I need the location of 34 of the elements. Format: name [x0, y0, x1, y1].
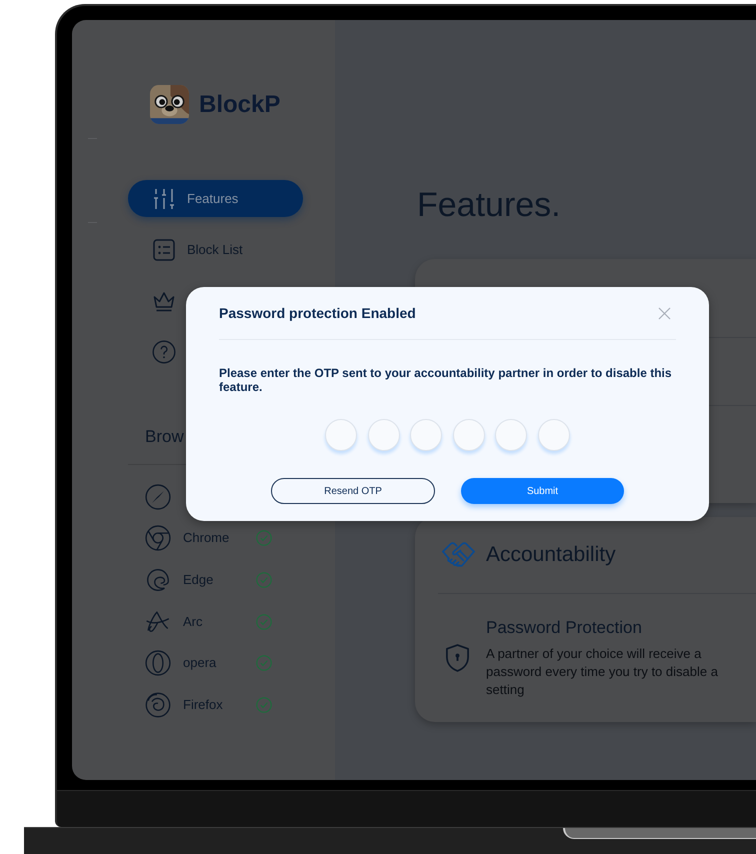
- dialog-message: Please enter the OTP sent to your accountability partner in order to disable this feature.: [219, 366, 673, 394]
- browser-name: Firefox: [183, 696, 223, 712]
- browser-name: opera: [183, 655, 216, 670]
- dialog-title: Password protection Enabled: [219, 304, 416, 323]
- card-title: Accountability: [486, 542, 616, 568]
- browser-name: Edge: [183, 572, 214, 587]
- dog-logo-icon: [150, 85, 189, 124]
- otp-digit-field[interactable]: [452, 419, 485, 451]
- browser-logo-icon: [145, 692, 171, 718]
- submit-button[interactable]: Submit: [461, 478, 624, 504]
- resend-button[interactable]: Resend OTP: [271, 478, 435, 504]
- otp-digit-field[interactable]: [368, 419, 400, 451]
- feature-description: A partner of your choice will receive a password every time you try to disable a setting: [486, 645, 719, 699]
- page-title: Features.: [417, 185, 561, 225]
- compass-icon: [145, 484, 171, 510]
- browser-logo-icon: [145, 566, 171, 593]
- otp-digit-field[interactable]: [325, 419, 358, 451]
- section-heading: Brow: [145, 427, 184, 446]
- feature-title: Password Protection: [486, 617, 642, 639]
- browser-logo-icon: [145, 608, 171, 635]
- close-icon[interactable]: [658, 306, 671, 320]
- otp-digit-field[interactable]: [410, 419, 442, 451]
- list-icon: [152, 238, 176, 262]
- nav-item[interactable]: Features: [128, 180, 303, 217]
- otp-digit-field[interactable]: [538, 419, 570, 451]
- browser-logo-icon: [145, 525, 171, 552]
- browser-name: Arc: [183, 614, 202, 629]
- app-name: BlockP: [199, 90, 280, 120]
- help-icon[interactable]: [152, 340, 176, 364]
- browser-name: Chrome: [183, 530, 230, 546]
- browser-logo-icon: [145, 650, 171, 676]
- sliders-icon: [152, 186, 176, 210]
- shield-lock-icon: [445, 643, 470, 673]
- otp-digit-field[interactable]: [495, 419, 528, 451]
